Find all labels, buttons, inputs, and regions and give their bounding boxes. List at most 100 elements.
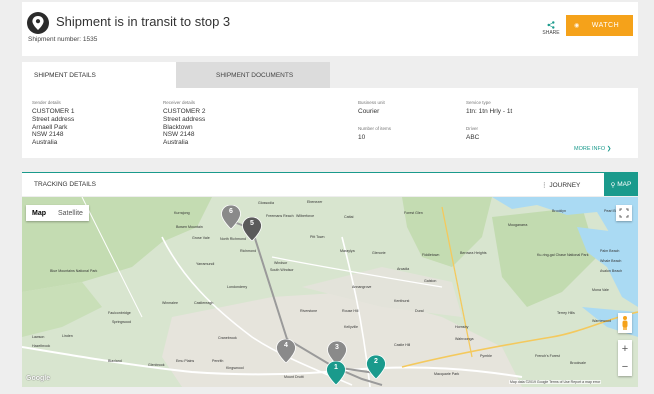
map-place-label: Mount Druitt [284,375,304,379]
tracking-details-bar: TRACKING DETAILS ⋮ JOURNEY ⚲ MAP [22,172,638,196]
map-place-label: Windsor [274,261,288,265]
business-unit-value: Courier [358,108,380,115]
driver-value: ABC [466,134,480,141]
map-place-label: Cattai [344,215,354,219]
map-place-label: Annangrove [352,285,372,289]
map-place-label: Winmalee [162,301,178,305]
map-place-label: Wilberforce [296,214,315,218]
map-place-label: Maraylya [340,249,355,253]
service-type-value: 1tn: 1tn Hrly - 1t [466,108,513,115]
map-place-label: Londonderry [227,285,248,289]
location-pin-icon [27,12,49,34]
map-place-label: Palm Beach [600,249,620,253]
marker-label: 4 [284,342,288,349]
business-unit-label: Business unit [358,100,385,105]
sender-line: Arnaell Park [32,123,68,131]
map-place-label: Whale Beach [600,259,622,263]
map-place-label: South Windsor [270,268,294,272]
share-label: SHARE [542,30,560,36]
sender-details: Sender details CUSTOMER 1 Street address… [32,100,75,147]
map-place-label: Faulconbridge [108,311,131,315]
map-place-label: Blue Mountains National Park [50,269,98,273]
service-type: Service type 1tn: 1tn Hrly - 1t [466,100,512,116]
map-place-label: Penrith [212,359,224,363]
marker-label: 1 [334,364,338,371]
map-place-label: Glenbrook [148,363,165,367]
receiver-line: Australia [163,139,189,147]
map-place-label: Springwood [112,320,131,324]
map-place-label: Dural [415,309,424,313]
eye-icon: ◉ [574,23,580,29]
journey-label: JOURNEY [549,182,581,189]
map-place-label: Lawson [32,335,45,339]
receiver-line: NSW 2148 [163,131,195,139]
map-place-label: Kingswood [226,366,244,370]
sender-label: Sender details [32,100,61,105]
map-place-label: Blaxland [108,359,122,363]
map-place-label: Hornsby [455,325,469,329]
shipment-map[interactable]: Kurrajong Glossodia Ebenezer Freemans Re… [22,197,638,387]
map-place-label: Freemans Reach [266,214,294,218]
map-place-label: French's Forest [535,354,560,358]
map-place-label: Ebenezer [307,200,323,204]
map-marker-6[interactable]: 6 [221,204,241,230]
receiver-details: Receiver details CUSTOMER 2 Street addre… [163,100,206,147]
more-info-label: MORE INFO [574,146,606,152]
map-type-map[interactable]: Map [26,205,52,221]
map-place-label: Fiddletown [422,253,440,257]
map-type-toggle: Map Satellite [26,205,89,221]
journey-button[interactable]: ⋮ JOURNEY [541,181,580,189]
map-label: MAP [617,181,632,188]
business-unit: Business unit Courier [358,100,385,116]
share-icon [547,21,555,29]
map-place-label: Grose Vale [192,236,210,240]
map-marker-2[interactable]: 2 [366,354,386,380]
map-place-label: Wahroonga [455,337,474,341]
tab-shipment-documents[interactable]: SHIPMENT DOCUMENTS [176,62,330,88]
zoom-out-button[interactable]: − [618,358,632,376]
receiver-line: Blacktown [163,123,193,131]
page-title: Shipment is in transit to stop 3 [56,14,231,29]
map-place-label: Brookvale [570,361,586,365]
marker-label: 6 [229,208,233,215]
fullscreen-button[interactable] [616,205,632,221]
map-type-satellite[interactable]: Satellite [52,205,89,221]
map-place-label: Hazelbrook [32,344,51,348]
map-place-label: Riverstone [300,309,318,313]
map-button[interactable]: ⚲ MAP [604,173,638,196]
map-marker-4[interactable]: 4 [276,338,296,364]
sender-line: Street address [32,115,75,123]
driver: Driver ABC [466,126,479,142]
map-attribution[interactable]: Map data ©2019 Google Terms of Use Repor… [509,380,602,384]
map-place-label: Terrey Hills [557,311,575,315]
receiver-line: Street address [163,115,206,123]
pegman-icon [622,316,628,330]
map-place-label: Pitt Town [310,235,325,239]
map-place-label: Ku-ring-gai Chase National Park [537,253,589,257]
driver-label: Driver [466,126,478,131]
watch-button[interactable]: ◉ WATCH [566,15,633,36]
sender-line: NSW 2148 [32,131,64,139]
map-marker-1[interactable]: 1 [326,360,346,386]
zoom-in-button[interactable]: + [618,340,632,358]
map-place-label: Yarramundi [196,262,215,266]
marker-label: 5 [250,220,254,227]
map-place-label: Forest Glen [404,211,423,215]
shipment-tabs: SHIPMENT DETAILS SHIPMENT DOCUMENTS [22,62,330,88]
map-marker-5[interactable]: 5 [242,216,262,242]
map-place-label: Macquarie Park [434,372,460,376]
marker-label: 2 [374,358,378,365]
map-place-label: Castle Hill [394,343,411,347]
map-place-label: Pymble [480,354,492,358]
map-place-label: Kenthurst [394,299,410,303]
street-view-button[interactable] [618,313,632,333]
shipment-number: Shipment number: 1535 [28,36,98,43]
number-of-items: Number of items 10 [358,126,391,142]
tab-shipment-details[interactable]: SHIPMENT DETAILS [22,62,176,88]
share-button[interactable]: SHARE [540,21,562,36]
fullscreen-icon [619,208,629,218]
map-place-label: Arcadia [397,267,410,271]
sender-line: Australia [32,139,58,147]
map-place-label: Rouse Hill [342,309,359,313]
more-info-link[interactable]: MORE INFO ❯ [574,146,611,152]
